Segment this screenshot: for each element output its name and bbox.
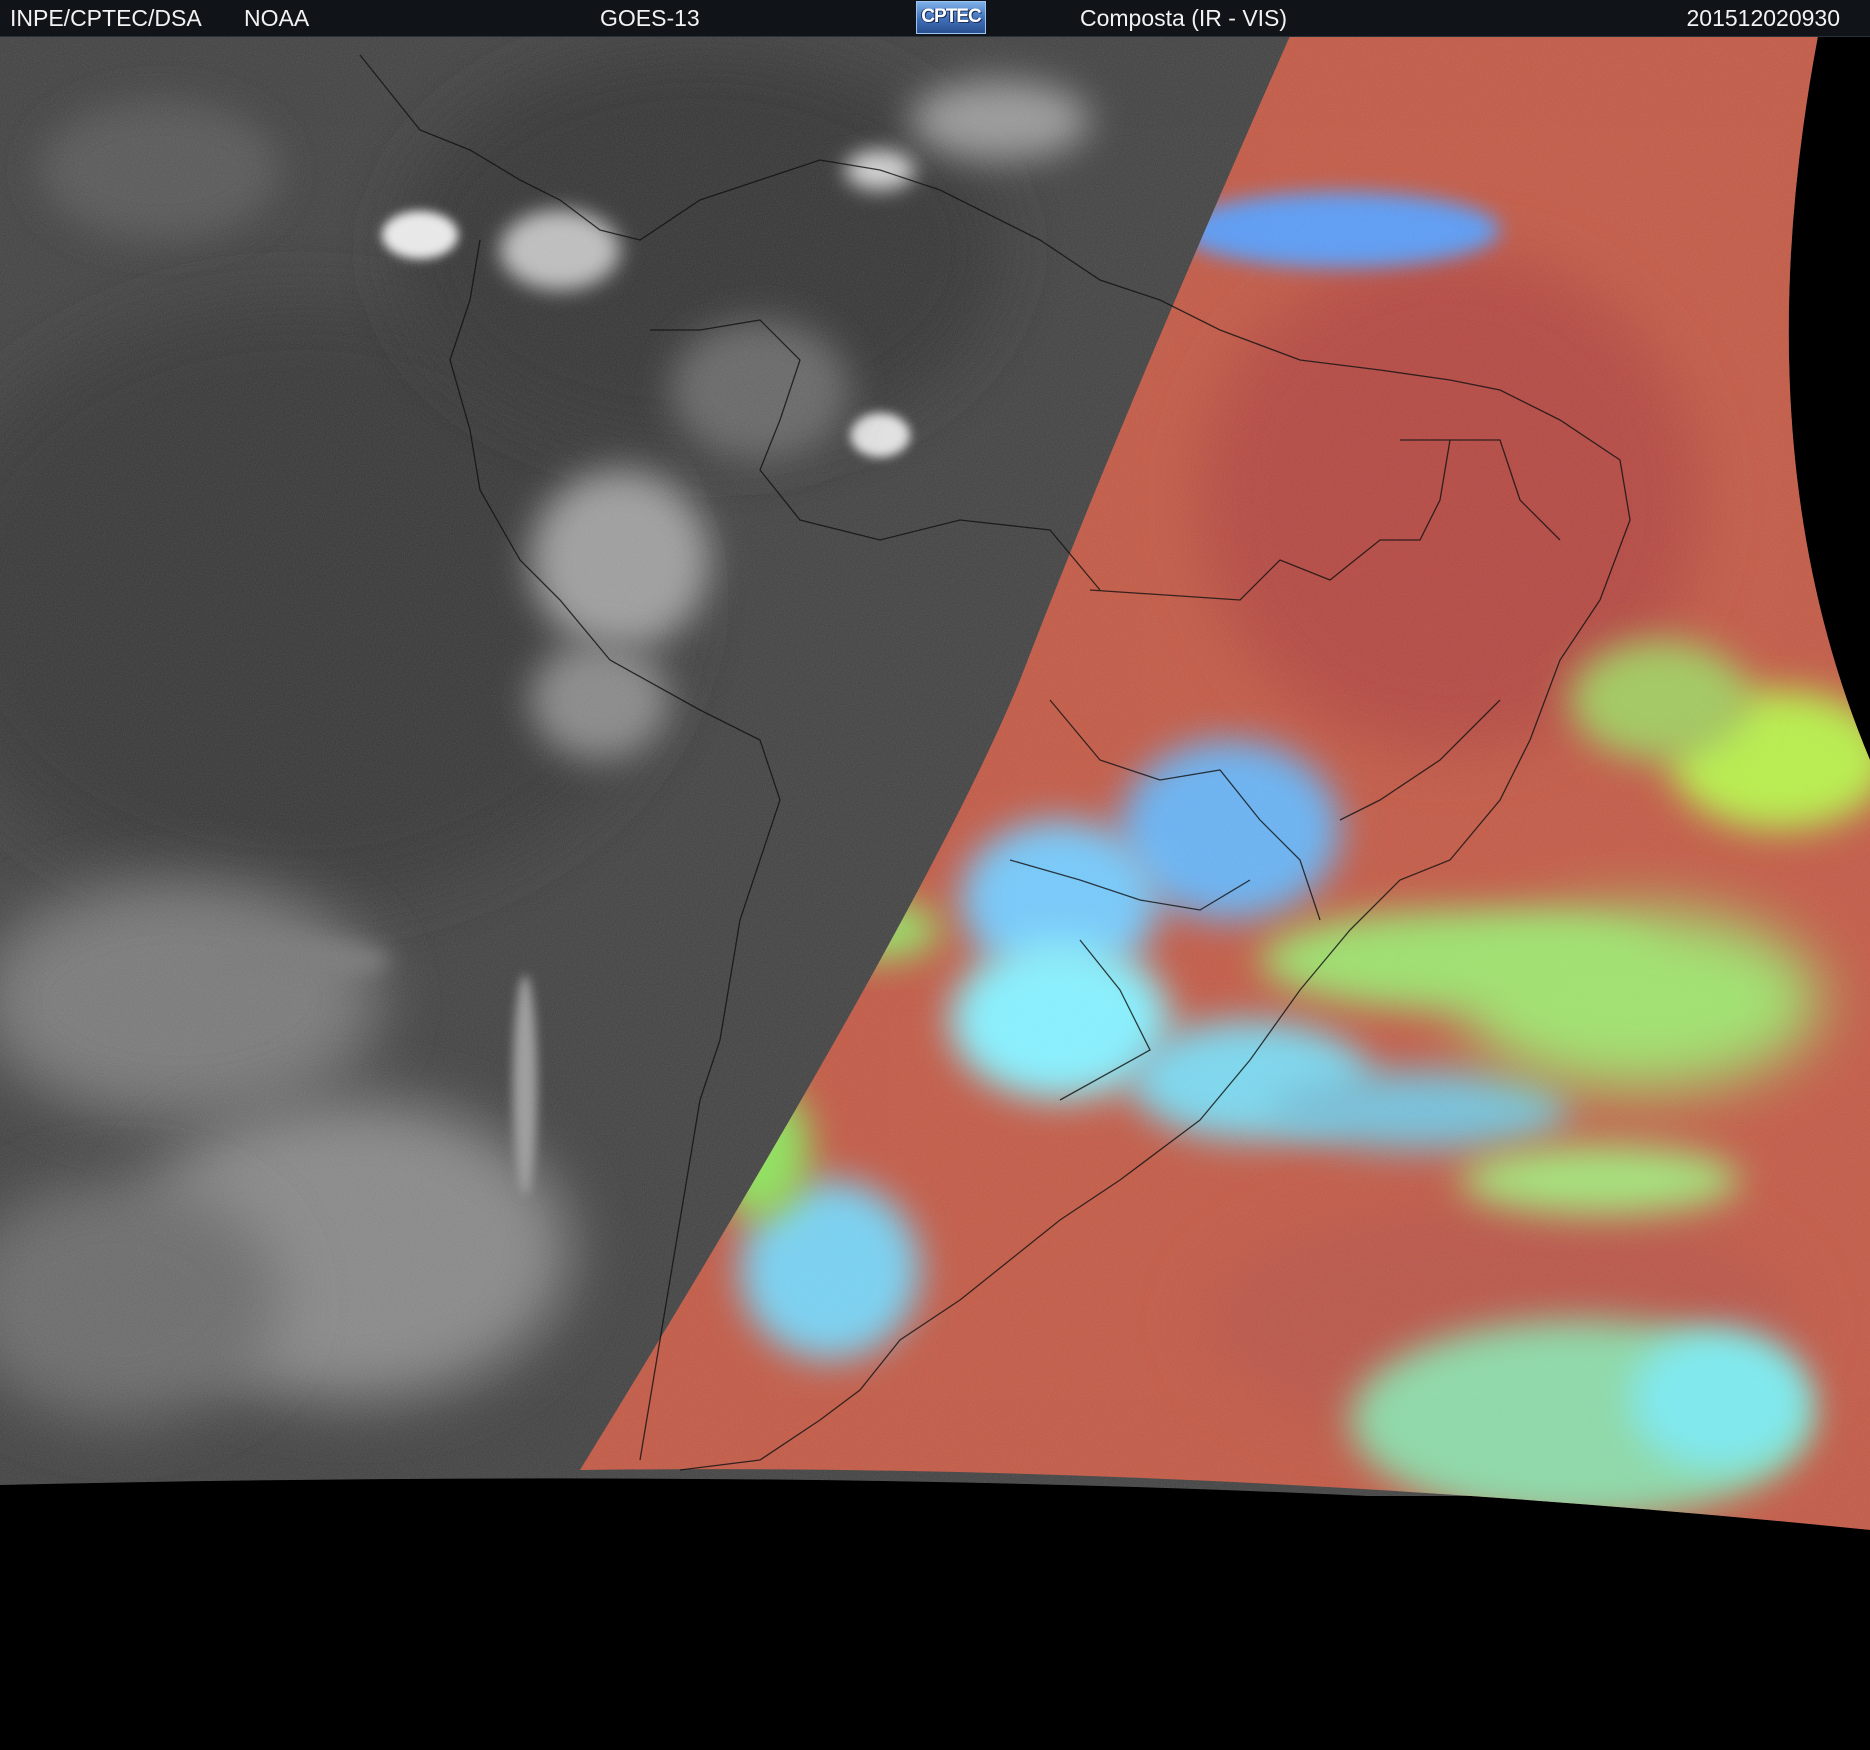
cptec-logo: CPTEC (916, 1, 986, 34)
timestamp-label: 201512020930 (1686, 5, 1841, 31)
agency-label: INPE/CPTEC/DSA (10, 5, 202, 31)
header-bar: INPE/CPTEC/DSA NOAA GOES-13 CPTEC Compos… (0, 0, 1870, 37)
satellite-label: GOES-13 (600, 5, 700, 31)
cptec-logo-text: CPTEC (921, 6, 981, 27)
product-label: Composta (IR - VIS) (1080, 5, 1288, 31)
source-label: NOAA (244, 5, 310, 31)
satellite-composite-image (0, 36, 1870, 1530)
